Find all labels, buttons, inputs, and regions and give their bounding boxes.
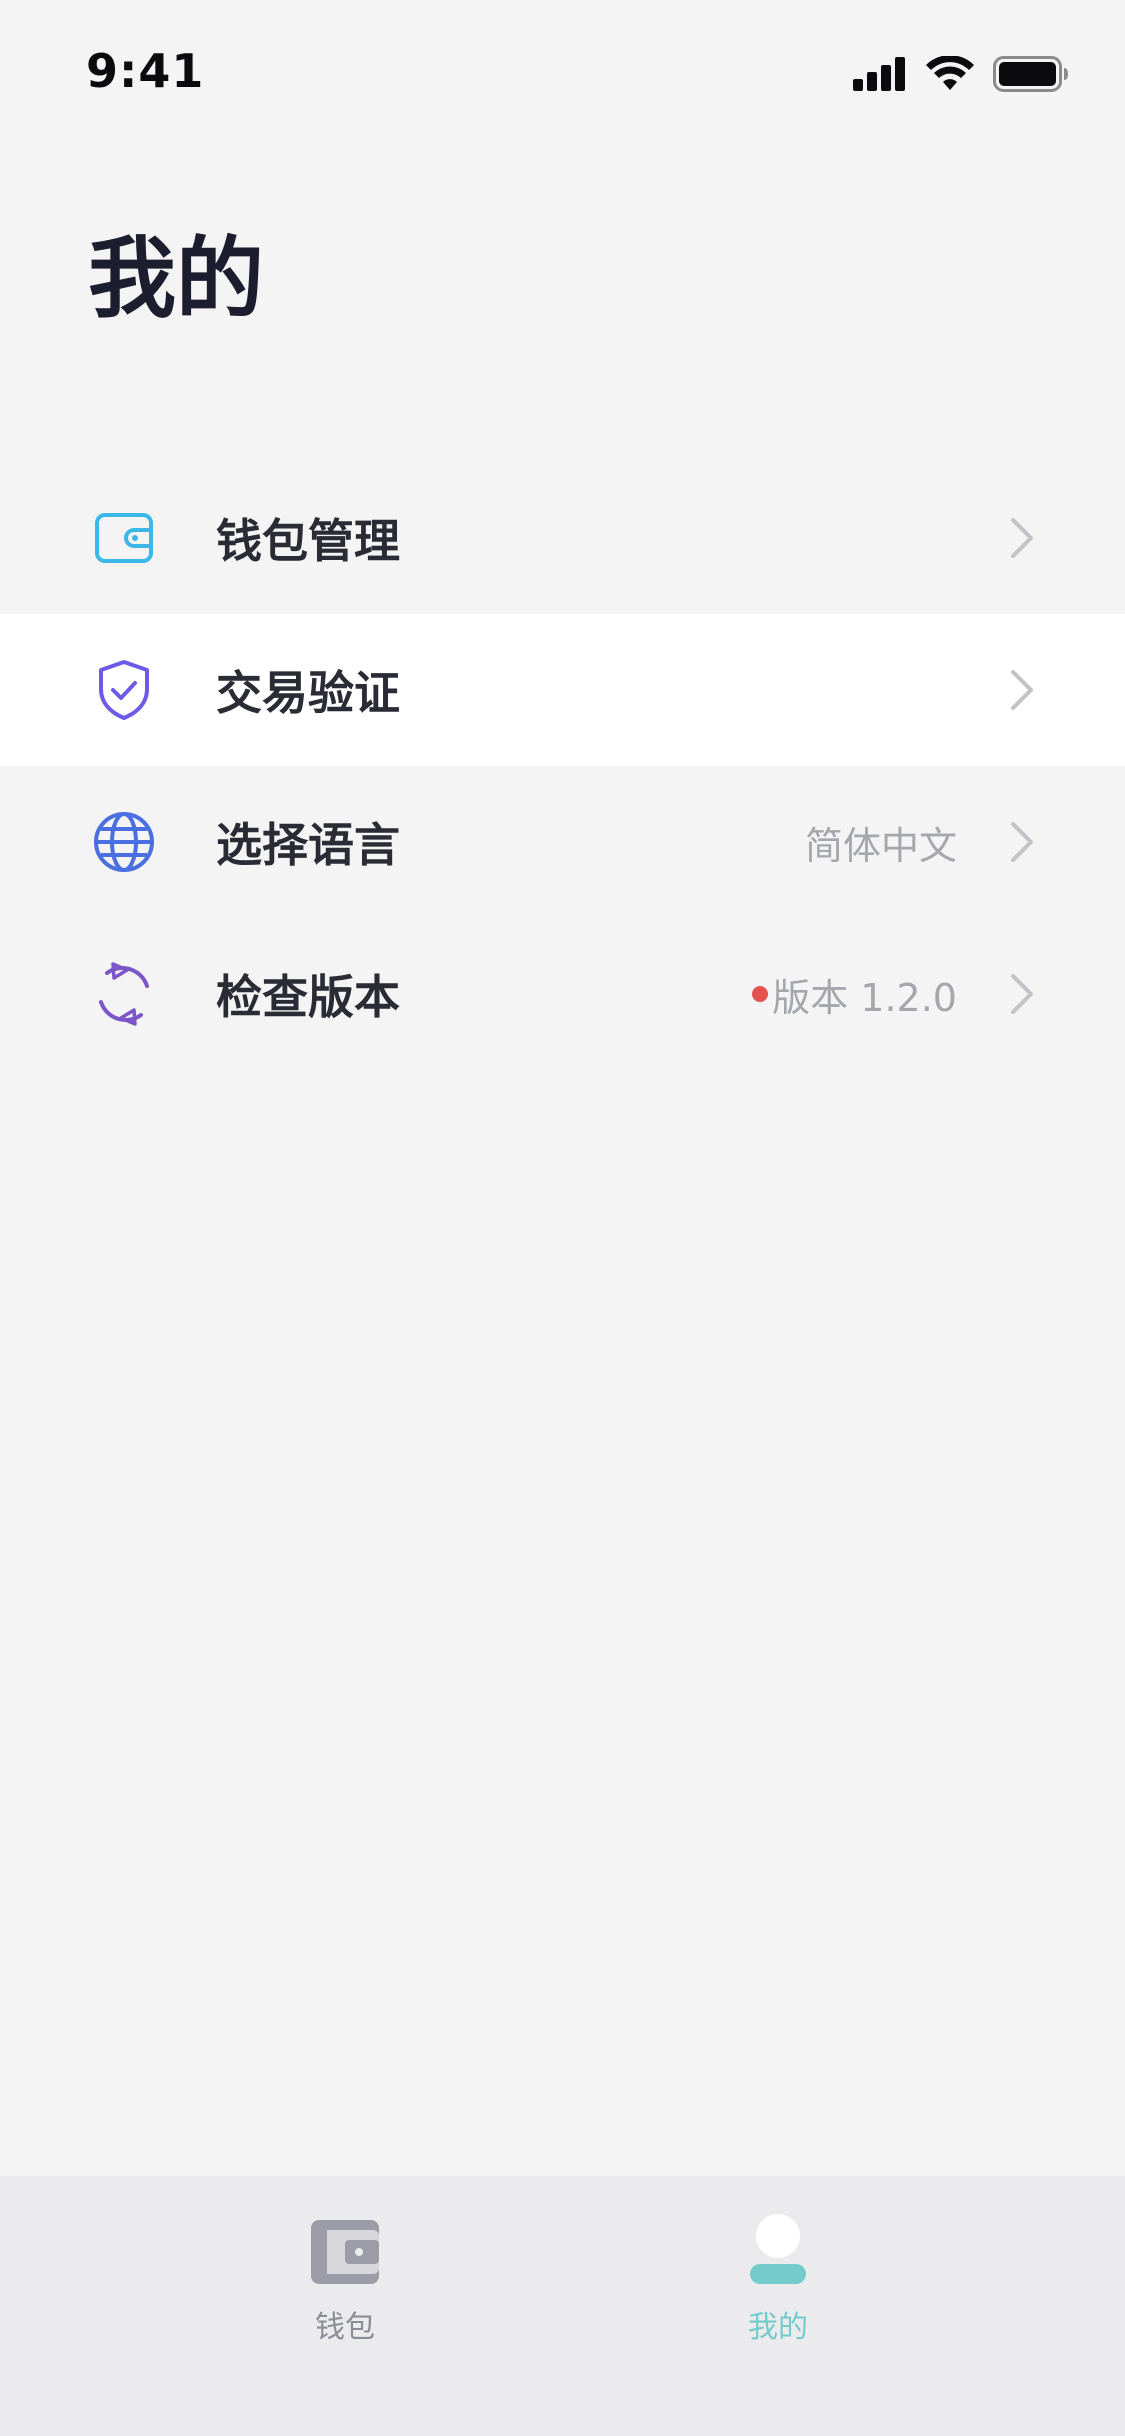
menu-item-label: 交易验证 [216,666,400,720]
menu-item-transaction-verification[interactable]: 交易验证 [0,614,1125,766]
menu-item-wallet-management[interactable]: 钱包管理 [0,462,1125,614]
chevron-right-icon [1011,518,1033,558]
status-icons [853,52,1069,96]
refresh-icon [92,962,156,1026]
chevron-right-icon [1011,822,1033,862]
wallet-tab-icon [311,2220,379,2284]
chevron-right-icon [1011,974,1033,1014]
bottom-tab-bar: 钱包 我的 [0,2176,1125,2436]
cellular-signal-icon [853,57,905,91]
shield-check-icon [92,658,156,722]
wallet-icon [92,506,156,570]
battery-icon [993,56,1068,92]
update-available-dot [752,986,768,1002]
profile-screen: 9:41 我的 钱包管理 交易验证 选择语言 简体中文 检查版本 版本 1.2.… [0,0,1125,2436]
menu-item-label: 检查版本 [216,970,400,1024]
status-time: 9:41 [86,44,205,98]
app-version-value: 版本 1.2.0 [772,975,957,1020]
settings-menu: 钱包管理 交易验证 选择语言 简体中文 检查版本 版本 1.2.0 [0,462,1125,1070]
tab-profile[interactable]: 我的 [678,2212,878,2362]
menu-item-check-version[interactable]: 检查版本 版本 1.2.0 [0,918,1125,1070]
chevron-right-icon [1011,670,1033,710]
globe-icon [92,810,156,874]
tab-label: 钱包 [315,2310,375,2345]
tab-wallet[interactable]: 钱包 [245,2212,445,2362]
tab-label: 我的 [748,2310,808,2345]
status-bar: 9:41 [0,0,1125,140]
page-title: 我的 [88,227,265,330]
profile-tab-icon [750,2214,806,2284]
current-language-value: 简体中文 [804,823,957,868]
menu-item-language[interactable]: 选择语言 简体中文 [0,766,1125,918]
menu-item-label: 选择语言 [216,818,400,872]
menu-item-label: 钱包管理 [216,514,400,568]
wifi-icon [926,56,974,90]
